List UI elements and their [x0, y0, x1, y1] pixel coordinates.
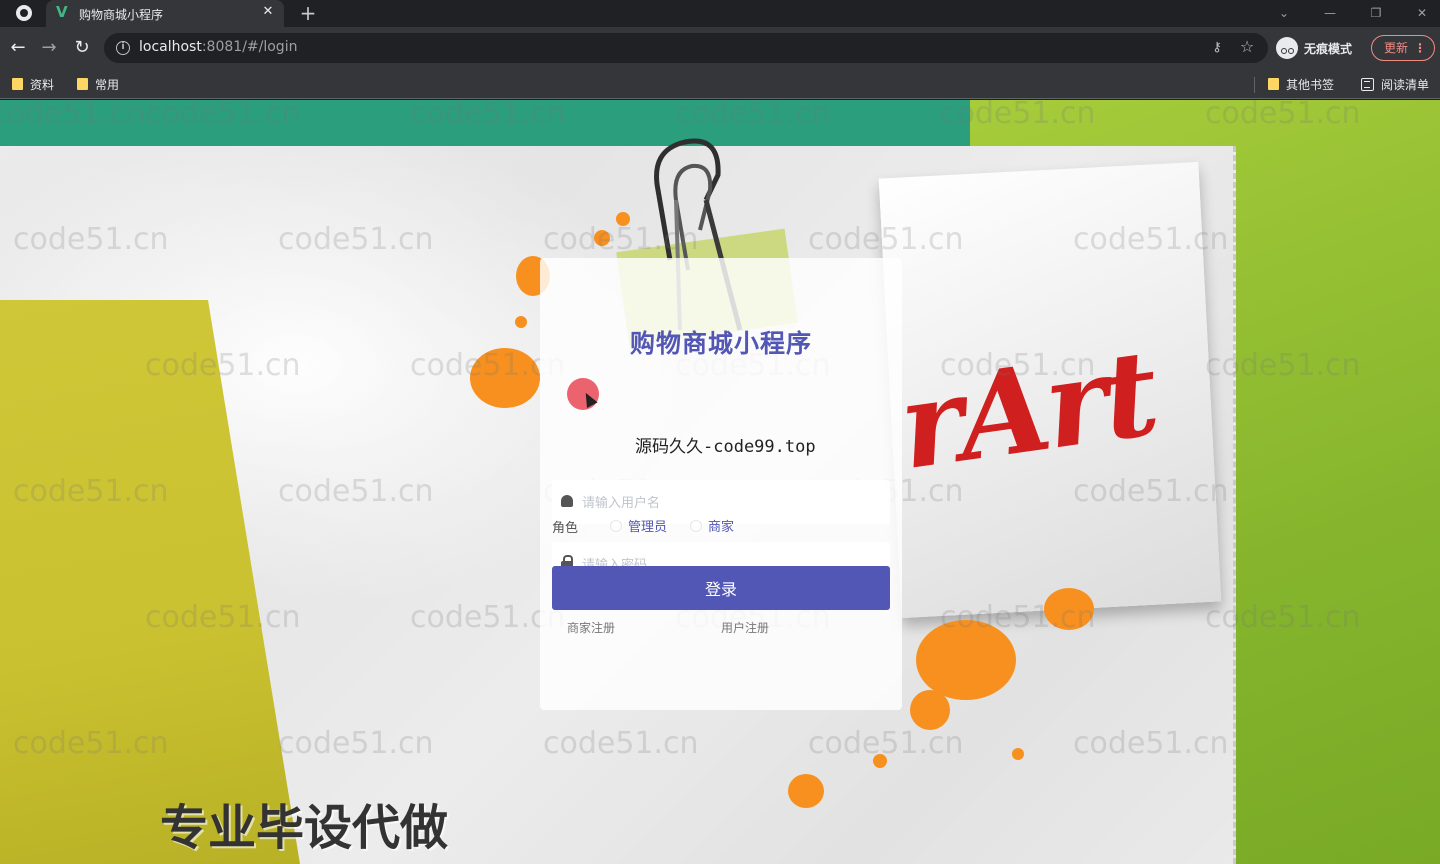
bookmark-folder-other[interactable]: 其他书签 [1268, 75, 1334, 93]
paint-splash [873, 754, 887, 768]
bookmarks-divider [1254, 77, 1255, 93]
paint-splash [788, 774, 824, 808]
incognito-indicator[interactable]: 无痕模式 [1276, 35, 1352, 61]
reading-list-icon [1361, 77, 1374, 91]
close-icon[interactable]: ✕ [260, 4, 276, 20]
paint-splash [616, 212, 630, 226]
browser-toolbar: ← → ↻ i localhost:8081/#/login ⚷ ☆ 无痕模式 … [0, 27, 1440, 69]
incognito-icon [1276, 37, 1298, 59]
tab-title: 购物商城小程序 [79, 8, 164, 22]
url-text[interactable]: localhost:8081/#/login [139, 39, 297, 55]
reload-icon[interactable]: ↻ [71, 37, 93, 59]
bookmark-folder-ziliao[interactable]: 资料 [12, 75, 54, 93]
bookmark-label: 其他书签 [1286, 77, 1335, 92]
bookmark-folder-changyong[interactable]: 常用 [77, 75, 119, 93]
login-button[interactable]: 登录 [552, 566, 890, 610]
role-label: 角色 [552, 521, 579, 536]
page-title: 购物商城小程序 [629, 329, 812, 358]
promo-caption: 专业毕设代做 [160, 800, 449, 856]
chrome-icon[interactable] [16, 5, 32, 21]
radio-button[interactable] [690, 519, 702, 532]
paint-splash [1044, 588, 1094, 630]
update-button[interactable]: 更新 ⋮ [1371, 35, 1435, 61]
minimize-icon[interactable]: — [1320, 3, 1340, 23]
user-register-link[interactable]: 用户注册 [721, 619, 769, 636]
role-option-admin[interactable]: 管理员 [610, 516, 667, 535]
paint-splash [916, 620, 1016, 700]
back-icon[interactable]: ← [7, 37, 29, 59]
user-icon [561, 495, 573, 507]
merchant-register-link[interactable]: 商家注册 [567, 619, 615, 636]
role-option-merchant[interactable]: 商家 [690, 516, 734, 535]
login-card: 购物商城小程序 角色 管理员 商家 登录 商家注册 用户注册 [540, 258, 902, 710]
page-viewport: rArt code51.cn code51.cn code51.cn code5… [0, 100, 1440, 864]
paint-splash [1012, 748, 1024, 760]
paint-splash [910, 690, 950, 730]
key-icon[interactable]: ⚷ [1208, 39, 1226, 57]
bookmarks-bar: 资料 常用 其他书签 阅读清单 [0, 69, 1440, 99]
tab-search-icon[interactable]: ⌄ [1274, 3, 1294, 23]
info-icon[interactable]: i [116, 41, 130, 55]
plus-icon[interactable]: + [297, 2, 319, 24]
bookmark-label: 阅读清单 [1381, 77, 1430, 92]
vue-favicon: V [56, 3, 68, 21]
source-overlay-text: 源码久久-code99.top [635, 437, 816, 457]
folder-icon [1268, 78, 1279, 90]
bookmark-label: 资料 [30, 77, 55, 92]
address-bar[interactable]: i localhost:8081/#/login ⚷ ☆ [104, 33, 1268, 63]
window-close-icon[interactable]: ✕ [1412, 3, 1432, 23]
folder-icon [77, 78, 88, 90]
role-option-label: 商家 [708, 520, 735, 535]
update-label: 更新 [1384, 41, 1409, 55]
radio-button[interactable] [610, 519, 622, 532]
bookmark-label: 常用 [95, 77, 120, 92]
folder-icon [12, 78, 23, 90]
reading-list[interactable]: 阅读清单 [1361, 75, 1429, 93]
browser-tab[interactable]: V 购物商城小程序 ✕ [46, 0, 284, 27]
star-icon[interactable]: ☆ [1238, 38, 1256, 56]
restore-icon[interactable]: ❐ [1366, 3, 1386, 23]
paint-splash [594, 230, 610, 246]
tab-strip: V 购物商城小程序 ✕ + ⌄ — ❐ ✕ [0, 0, 1440, 27]
paint-splash [470, 348, 540, 408]
role-option-label: 管理员 [628, 520, 668, 535]
incognito-label: 无痕模式 [1304, 41, 1353, 56]
paint-splash [515, 316, 527, 328]
forward-icon[interactable]: → [38, 37, 60, 59]
menu-icon: ⋮ [1414, 41, 1426, 55]
